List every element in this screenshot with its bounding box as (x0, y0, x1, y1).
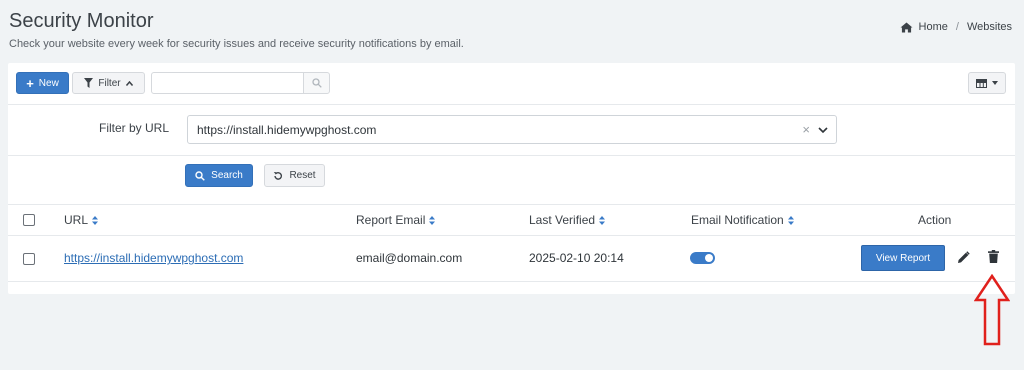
column-header-label: Report Email (356, 213, 426, 227)
report-email-cell: email@domain.com (356, 251, 463, 265)
search-icon (195, 170, 205, 181)
chevron-up-icon (125, 80, 133, 86)
column-header-email-notification[interactable]: Email Notification (691, 213, 794, 227)
close-icon[interactable]: × (802, 122, 810, 137)
search-icon (311, 78, 322, 88)
columns-toggle-button[interactable] (968, 72, 1006, 94)
column-header-url[interactable]: URL (64, 213, 99, 227)
column-header-report-email[interactable]: Report Email (356, 213, 436, 227)
toggle-knob (705, 254, 713, 262)
column-header-action: Action (918, 213, 951, 227)
home-icon (900, 21, 913, 33)
page-subtitle: Check your website every week for securi… (9, 38, 464, 50)
search-button[interactable]: Search (185, 164, 253, 187)
row-checkbox[interactable] (23, 253, 35, 265)
select-all-checkbox[interactable] (23, 214, 35, 226)
last-verified-cell: 2025-02-10 20:14 (529, 251, 624, 265)
column-header-label: Email Notification (691, 213, 784, 227)
chevron-down-icon[interactable] (818, 125, 828, 135)
table-search-input[interactable] (151, 72, 304, 94)
new-button-label: New (38, 77, 59, 89)
new-button[interactable]: + New (16, 72, 69, 94)
filter-divider (8, 155, 1015, 156)
filter-toggle-button[interactable]: Filter (72, 72, 145, 94)
sort-icon (92, 215, 99, 225)
filter-by-url-label: Filter by URL (99, 121, 170, 135)
table-search-button[interactable] (303, 72, 330, 94)
breadcrumb-current: Websites (966, 21, 1012, 33)
filter-button-label: Filter (98, 77, 121, 89)
arrow-up-annotation (974, 274, 1010, 346)
toolbar-divider (8, 104, 1015, 105)
caret-down-icon (992, 81, 998, 85)
column-header-label: Action (918, 213, 952, 227)
breadcrumb-home-link[interactable]: Home (919, 21, 948, 33)
email-notification-toggle[interactable] (690, 252, 715, 264)
reset-icon (274, 171, 283, 180)
url-filter-value: https://install.hidemywpghost.com (197, 122, 377, 137)
edit-icon[interactable] (957, 251, 970, 264)
view-report-button[interactable]: View Report (861, 245, 945, 271)
page-title: Security Monitor (9, 10, 154, 32)
columns-icon (976, 78, 987, 88)
sort-icon (429, 215, 436, 225)
sort-icon (787, 215, 794, 225)
websites-card: + New Filter Filter by URL https://insta… (8, 63, 1015, 294)
sort-icon (599, 215, 606, 225)
table-bottom-divider (8, 281, 1015, 282)
url-filter-select[interactable]: https://install.hidemywpghost.com × (187, 115, 837, 144)
search-button-label: Search (211, 170, 243, 181)
column-header-last-verified[interactable]: Last Verified (529, 213, 606, 227)
reset-button[interactable]: Reset (264, 164, 325, 187)
column-header-label: Last Verified (529, 213, 596, 227)
breadcrumb-separator: / (955, 21, 959, 33)
column-header-label: URL (64, 213, 89, 227)
filter-icon (84, 78, 94, 88)
trash-icon[interactable] (988, 250, 999, 263)
breadcrumb: Home / Websites (900, 21, 1012, 33)
table-header-divider (8, 235, 1015, 236)
reset-button-label: Reset (289, 170, 316, 181)
plus-icon: + (26, 75, 34, 91)
url-link[interactable]: https://install.hidemywpghost.com (64, 251, 243, 265)
table-top-divider (8, 204, 1015, 205)
